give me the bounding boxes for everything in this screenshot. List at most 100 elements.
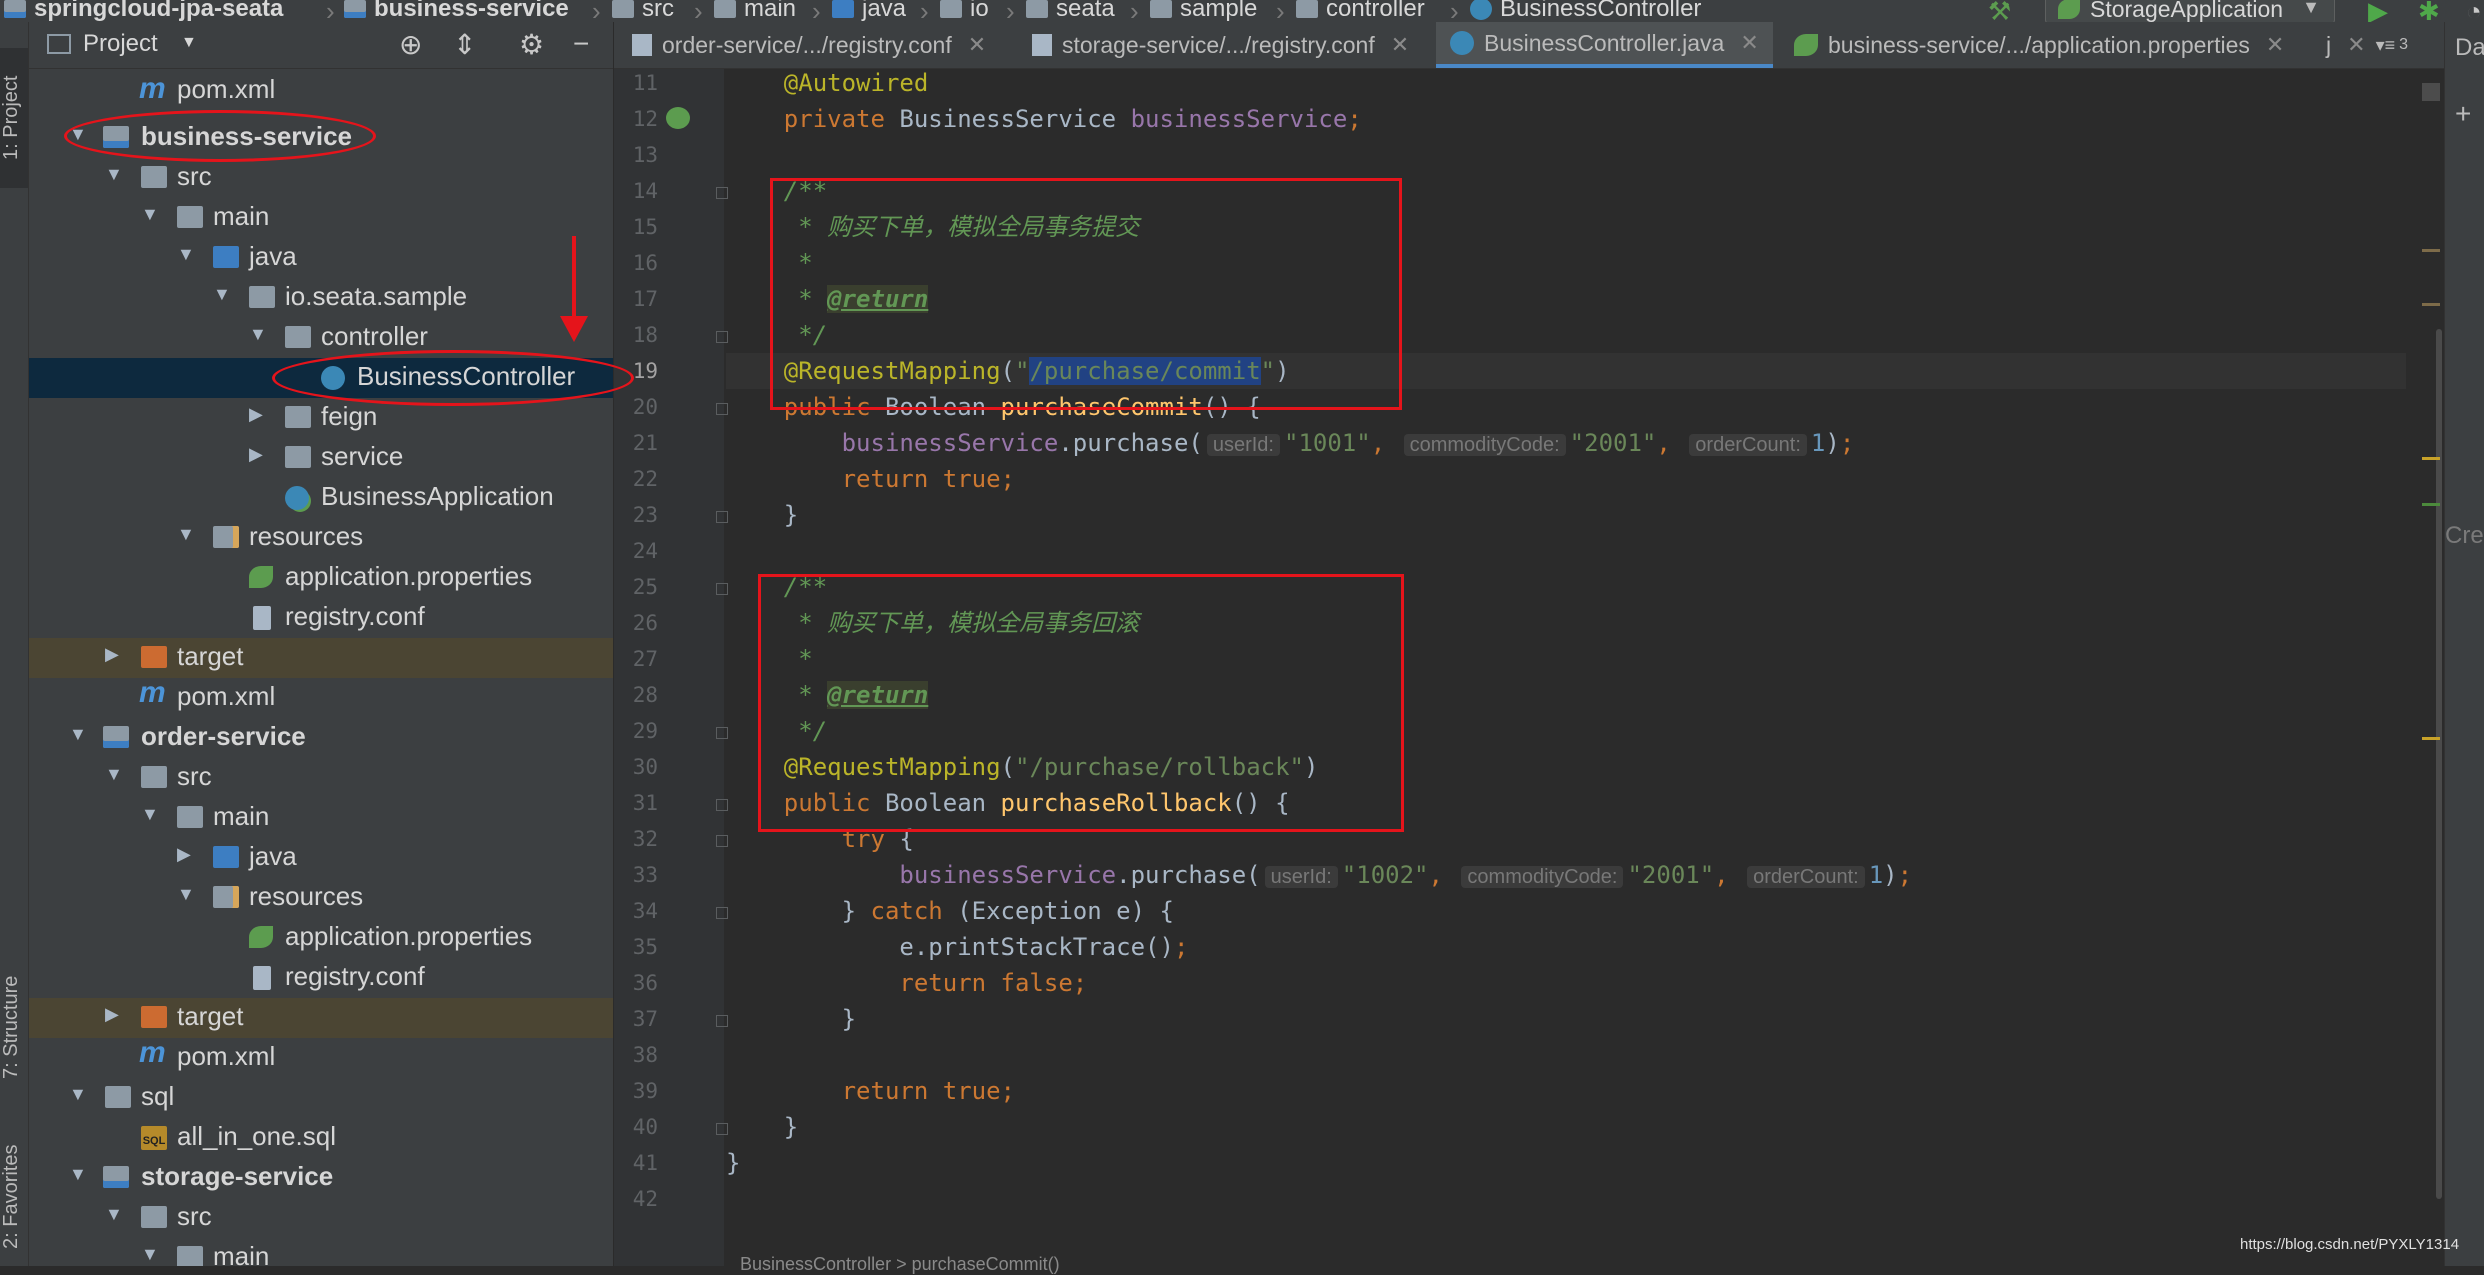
tree-item[interactable]: ▼ main	[29, 1238, 613, 1266]
structure-tool-tab[interactable]: 7: Structure	[0, 952, 28, 1102]
collapsed-arrow-icon[interactable]: ▶	[249, 444, 263, 465]
breadcrumb-io[interactable]: io	[940, 0, 989, 22]
locate-target-icon[interactable]: ⊕	[399, 28, 422, 61]
tree-item[interactable]: ▼ sql	[29, 1078, 613, 1118]
breadcrumb-class[interactable]: BusinessController	[1470, 0, 1701, 22]
tree-item[interactable]: ▼ main	[29, 198, 613, 238]
code-line[interactable]: private BusinessService businessService;	[726, 101, 2406, 137]
code-line[interactable]: e.printStackTrace();	[726, 929, 2406, 965]
code-line[interactable]: return false;	[726, 965, 2406, 1001]
code-line[interactable]	[726, 137, 2406, 173]
collapsed-arrow-icon[interactable]: ▶	[249, 404, 263, 425]
code-line[interactable]: businessService.purchase(userId: "1001", …	[726, 425, 2406, 461]
chevron-down-icon[interactable]: ▼	[181, 34, 197, 52]
code-breadcrumb[interactable]: BusinessController > purchaseCommit()	[740, 1254, 1060, 1275]
expanded-arrow-icon[interactable]: ▼	[141, 804, 159, 825]
code-line[interactable]	[726, 533, 2406, 569]
breadcrumb-seata[interactable]: seata	[1026, 0, 1115, 22]
tree-item[interactable]: ▼ java	[29, 238, 613, 278]
tree-item[interactable]: registry.conf	[29, 598, 613, 638]
breadcrumb-sample[interactable]: sample	[1150, 0, 1257, 22]
code-line[interactable]: }	[726, 1109, 2406, 1145]
tree-item[interactable]: SQL all_in_one.sql	[29, 1118, 613, 1158]
expanded-arrow-icon[interactable]: ▼	[213, 284, 231, 305]
code-line[interactable]: return true;	[726, 1073, 2406, 1109]
tree-item[interactable]: ▼ order-service	[29, 718, 613, 758]
tab-storage-registry-conf[interactable]: storage-service/.../registry.conf ✕	[1032, 22, 1409, 68]
tree-item[interactable]: m pom.xml	[29, 72, 613, 120]
tree-item[interactable]: application.properties	[29, 918, 613, 958]
code-line[interactable]: return true;	[726, 461, 2406, 497]
code-line[interactable]: }	[726, 1001, 2406, 1037]
code-line[interactable]	[726, 1181, 2406, 1217]
code-line[interactable]: }	[726, 497, 2406, 533]
expanded-arrow-icon[interactable]: ▼	[105, 764, 123, 785]
tree-item[interactable]: ▼ src	[29, 758, 613, 798]
tree-item[interactable]: ▶ java	[29, 838, 613, 878]
expanded-arrow-icon[interactable]: ▼	[177, 884, 195, 905]
close-icon[interactable]: ✕	[2347, 32, 2365, 58]
run-configuration-select[interactable]: StorageApplication ▼	[2045, 0, 2335, 22]
close-icon[interactable]: ✕	[1740, 30, 1758, 56]
tree-item[interactable]: registry.conf	[29, 958, 613, 998]
expanded-arrow-icon[interactable]: ▼	[105, 1204, 123, 1225]
breadcrumb-project[interactable]: springcloud-jpa-seata	[4, 0, 283, 22]
tree-item[interactable]: ▶ target	[29, 638, 613, 678]
expanded-arrow-icon[interactable]: ▼	[69, 1164, 87, 1185]
code-line[interactable]: @Autowired	[726, 69, 2406, 101]
hide-panel-icon[interactable]: −	[573, 28, 589, 60]
inspection-status-icon[interactable]	[2422, 83, 2440, 101]
expanded-arrow-icon[interactable]: ▼	[141, 204, 159, 225]
add-icon[interactable]: +	[2455, 98, 2471, 130]
tab-business-controller[interactable]: BusinessController.java ✕	[1436, 22, 1773, 68]
change-stripe-mark[interactable]	[2422, 503, 2440, 506]
close-icon[interactable]: ✕	[2266, 32, 2284, 58]
project-view-title[interactable]: Project	[83, 30, 158, 58]
tree-item[interactable]: ▶ service	[29, 438, 613, 478]
breadcrumb-java[interactable]: java	[832, 0, 906, 22]
expanded-arrow-icon[interactable]: ▼	[141, 1244, 159, 1265]
vertical-scrollbar[interactable]	[2414, 69, 2444, 1266]
collapsed-arrow-icon[interactable]: ▶	[105, 644, 119, 665]
tree-item[interactable]: ▼ resources	[29, 878, 613, 918]
error-stripe-mark[interactable]	[2422, 249, 2440, 252]
tree-item[interactable]: m pom.xml	[29, 1036, 613, 1078]
gear-icon[interactable]: ⚙	[519, 28, 544, 61]
error-stripe-mark[interactable]	[2422, 303, 2440, 306]
expanded-arrow-icon[interactable]: ▼	[69, 724, 87, 745]
expanded-arrow-icon[interactable]: ▼	[177, 524, 195, 545]
database-tool-tab[interactable]: Da	[2455, 34, 2484, 62]
close-icon[interactable]: ✕	[1391, 32, 1409, 58]
close-icon[interactable]: ✕	[968, 32, 986, 58]
code-line[interactable]: }	[726, 1145, 2406, 1181]
breadcrumb-main[interactable]: main	[714, 0, 796, 22]
tab-order-registry-conf[interactable]: order-service/.../registry.conf ✕	[632, 22, 986, 68]
expanded-arrow-icon[interactable]: ▼	[249, 324, 267, 345]
tree-item[interactable]: ▶ target	[29, 998, 613, 1038]
tree-item[interactable]: ▼ src	[29, 1198, 613, 1238]
project-tool-tab[interactable]: 1: Project	[0, 48, 28, 188]
run-icon[interactable]: ▶	[2368, 0, 2388, 22]
code-line[interactable]: } catch (Exception e) {	[726, 893, 2406, 929]
tree-item[interactable]: ▼ storage-service	[29, 1158, 613, 1198]
coverage-icon[interactable]: ◔	[2466, 0, 2482, 22]
collapsed-arrow-icon[interactable]: ▶	[177, 844, 191, 865]
tree-item[interactable]: ▼ src	[29, 158, 613, 198]
tab-business-application-properties[interactable]: business-service/.../application.propert…	[1794, 22, 2284, 68]
collapsed-arrow-icon[interactable]: ▶	[105, 1004, 119, 1025]
breadcrumb-src[interactable]: src	[612, 0, 674, 22]
tree-item[interactable]: ▼ io.seata.sample	[29, 278, 613, 318]
breadcrumb-controller[interactable]: controller	[1296, 0, 1425, 22]
expanded-arrow-icon[interactable]: ▼	[69, 1084, 87, 1105]
expanded-arrow-icon[interactable]: ▼	[177, 244, 195, 265]
code-line[interactable]	[726, 1037, 2406, 1073]
warning-stripe-mark[interactable]	[2422, 737, 2440, 740]
code-line[interactable]: businessService.purchase(userId: "1002", …	[726, 857, 2406, 893]
build-hammer-icon[interactable]: ⚒	[1988, 0, 2011, 22]
tree-item[interactable]: ▼ resources	[29, 518, 613, 558]
breadcrumb-module[interactable]: business-service	[344, 0, 569, 22]
tree-item[interactable]: ▼ main	[29, 798, 613, 838]
warning-stripe-mark[interactable]	[2422, 457, 2440, 460]
expanded-arrow-icon[interactable]: ▼	[105, 164, 123, 185]
debug-bug-icon[interactable]: ✱	[2418, 0, 2440, 22]
